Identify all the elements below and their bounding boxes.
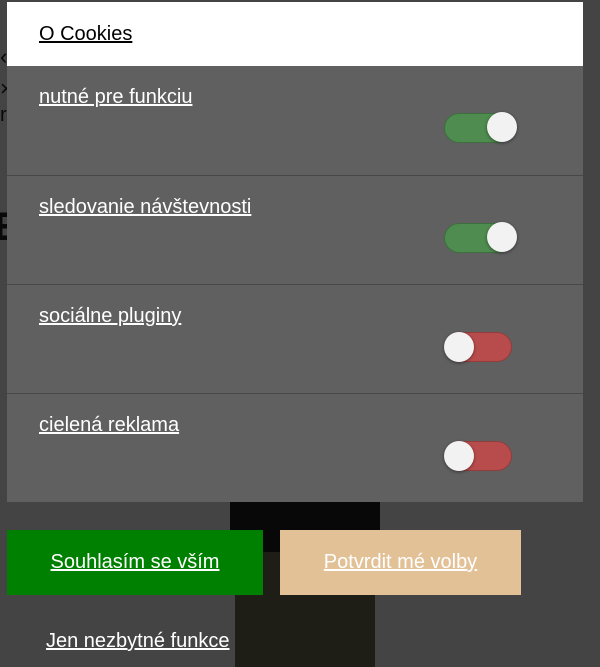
toggle-social[interactable] — [444, 332, 512, 362]
toggle-advertising[interactable] — [444, 441, 512, 471]
cookie-category-necessary: nutné pre funkciu — [7, 66, 583, 175]
toggle-knob — [444, 441, 474, 471]
toggle-knob — [444, 332, 474, 362]
cookie-category-label[interactable]: cielená reklama — [39, 414, 179, 437]
toggle-analytics[interactable] — [444, 222, 517, 253]
toggle-knob — [487, 222, 517, 252]
confirm-choices-button[interactable]: Potvrdit mé volby — [280, 530, 521, 595]
page: ‹ × r E O Cookies nutné pre funkciu sled… — [0, 0, 600, 667]
accept-all-button[interactable]: Souhlasím se vším — [7, 530, 263, 595]
cookie-category-social: sociálne pluginy — [7, 284, 583, 393]
modal-header: O Cookies — [7, 2, 583, 66]
cookie-category-label[interactable]: nutné pre funkciu — [39, 86, 192, 109]
toggle-necessary[interactable] — [444, 112, 517, 143]
modal-title[interactable]: O Cookies — [39, 23, 132, 46]
cookie-category-advertising: cielená reklama — [7, 393, 583, 502]
cookie-category-label[interactable]: sociálne pluginy — [39, 305, 181, 328]
cookie-category-label[interactable]: sledovanie návštevnosti — [39, 196, 251, 219]
cookie-category-analytics: sledovanie návštevnosti — [7, 175, 583, 284]
toggle-knob — [487, 112, 517, 142]
necessary-only-link[interactable]: Jen nezbytné funkce — [46, 630, 229, 653]
cookie-consent-modal: O Cookies nutné pre funkciu sledovanie n… — [7, 2, 583, 502]
